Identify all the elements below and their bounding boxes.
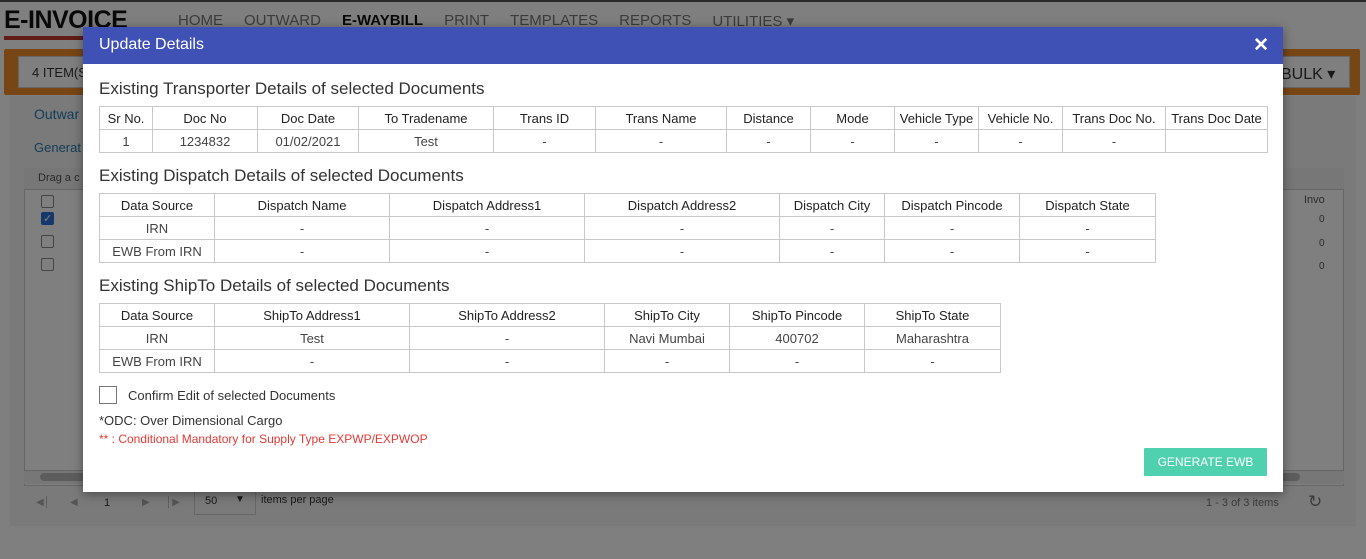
table-cell: -	[978, 129, 1063, 153]
table-cell: -	[894, 129, 979, 153]
column-header: Data Source	[99, 303, 215, 327]
table-cell: -	[214, 239, 390, 263]
generate-ewb-button[interactable]: GENERATE EWB	[1144, 448, 1267, 476]
table-cell: 1234832	[152, 129, 258, 153]
transporter-table: Sr No. Doc No Doc Date To Tradename Tran…	[99, 106, 1268, 153]
odc-note: *ODC: Over Dimensional Cargo	[99, 413, 283, 428]
table-cell: IRN	[99, 326, 215, 350]
dispatch-section-title: Existing Dispatch Details of selected Do…	[99, 166, 464, 185]
table-cell: -	[214, 216, 390, 240]
table-cell: -	[409, 349, 605, 373]
column-header: ShipTo City	[604, 303, 730, 327]
column-header: Trans Doc No.	[1062, 106, 1166, 130]
shipto-section-title: Existing ShipTo Details of selected Docu…	[99, 276, 450, 295]
confirm-edit-checkbox[interactable]	[99, 386, 117, 404]
table-cell: Navi Mumbai	[604, 326, 730, 350]
table-cell: -	[884, 239, 1020, 263]
table-cell: EWB From IRN	[99, 349, 215, 373]
table-cell: 1	[99, 129, 153, 153]
column-header: Sr No.	[99, 106, 153, 130]
table-cell: -	[864, 349, 1001, 373]
table-row: 1 1234832 01/02/2021 Test - - - - - - -	[99, 129, 1268, 153]
modal-header: Update Details ✕	[83, 27, 1283, 64]
column-header: Dispatch Address2	[584, 193, 780, 217]
table-row: IRN Test - Navi Mumbai 400702 Maharashtr…	[99, 326, 1001, 350]
table-cell: -	[729, 349, 865, 373]
table-header-row: Data Source Dispatch Name Dispatch Addre…	[99, 193, 1156, 217]
table-cell: -	[1062, 129, 1166, 153]
table-cell: -	[1019, 216, 1156, 240]
column-header: ShipTo State	[864, 303, 1001, 327]
column-header: ShipTo Address1	[214, 303, 410, 327]
column-header: Dispatch Pincode	[884, 193, 1020, 217]
table-cell: -	[584, 216, 780, 240]
column-header: ShipTo Pincode	[729, 303, 865, 327]
table-cell: -	[884, 216, 1020, 240]
column-header: To Tradename	[358, 106, 494, 130]
table-cell	[1165, 129, 1268, 153]
table-cell: -	[1019, 239, 1156, 263]
table-cell: -	[604, 349, 730, 373]
column-header: Dispatch State	[1019, 193, 1156, 217]
transporter-section-title: Existing Transporter Details of selected…	[99, 79, 485, 98]
table-cell: -	[584, 239, 780, 263]
table-header-row: Data Source ShipTo Address1 ShipTo Addre…	[99, 303, 1001, 327]
shipto-table: Data Source ShipTo Address1 ShipTo Addre…	[99, 303, 1001, 373]
table-cell: Maharashtra	[864, 326, 1001, 350]
table-header-row: Sr No. Doc No Doc Date To Tradename Tran…	[99, 106, 1268, 130]
column-header: Dispatch Address1	[389, 193, 585, 217]
table-cell: -	[726, 129, 811, 153]
table-cell: -	[389, 239, 585, 263]
update-details-modal: Update Details ✕ Existing Transporter De…	[83, 27, 1283, 492]
column-header: Distance	[726, 106, 811, 130]
table-cell: -	[779, 239, 885, 263]
column-header: Vehicle Type	[894, 106, 979, 130]
table-cell: Test	[214, 326, 410, 350]
table-row: IRN - - - - - -	[99, 216, 1156, 240]
table-cell: -	[409, 326, 605, 350]
column-header: Vehicle No.	[978, 106, 1063, 130]
column-header: Mode	[810, 106, 895, 130]
column-header: Doc Date	[257, 106, 359, 130]
table-cell: EWB From IRN	[99, 239, 215, 263]
column-header: ShipTo Address2	[409, 303, 605, 327]
table-cell: -	[389, 216, 585, 240]
table-cell: -	[493, 129, 596, 153]
column-header: Doc No	[152, 106, 258, 130]
column-header: Trans Name	[595, 106, 727, 130]
table-cell: -	[595, 129, 727, 153]
table-cell: 01/02/2021	[257, 129, 359, 153]
column-header: Trans ID	[493, 106, 596, 130]
table-row: EWB From IRN - - - - -	[99, 349, 1001, 373]
confirm-edit-label[interactable]: Confirm Edit of selected Documents	[128, 388, 335, 403]
column-header: Trans Doc Date	[1165, 106, 1268, 130]
column-header: Dispatch City	[779, 193, 885, 217]
table-cell: -	[214, 349, 410, 373]
column-header: Data Source	[99, 193, 215, 217]
modal-title: Update Details	[99, 36, 204, 53]
table-cell: -	[810, 129, 895, 153]
close-icon[interactable]: ✕	[1253, 34, 1269, 57]
table-cell: -	[779, 216, 885, 240]
table-cell: Test	[358, 129, 494, 153]
table-cell: 400702	[729, 326, 865, 350]
table-cell: IRN	[99, 216, 215, 240]
column-header: Dispatch Name	[214, 193, 390, 217]
dispatch-table: Data Source Dispatch Name Dispatch Addre…	[99, 193, 1156, 263]
conditional-mandatory-note: ** : Conditional Mandatory for Supply Ty…	[99, 432, 428, 446]
table-row: EWB From IRN - - - - - -	[99, 239, 1156, 263]
